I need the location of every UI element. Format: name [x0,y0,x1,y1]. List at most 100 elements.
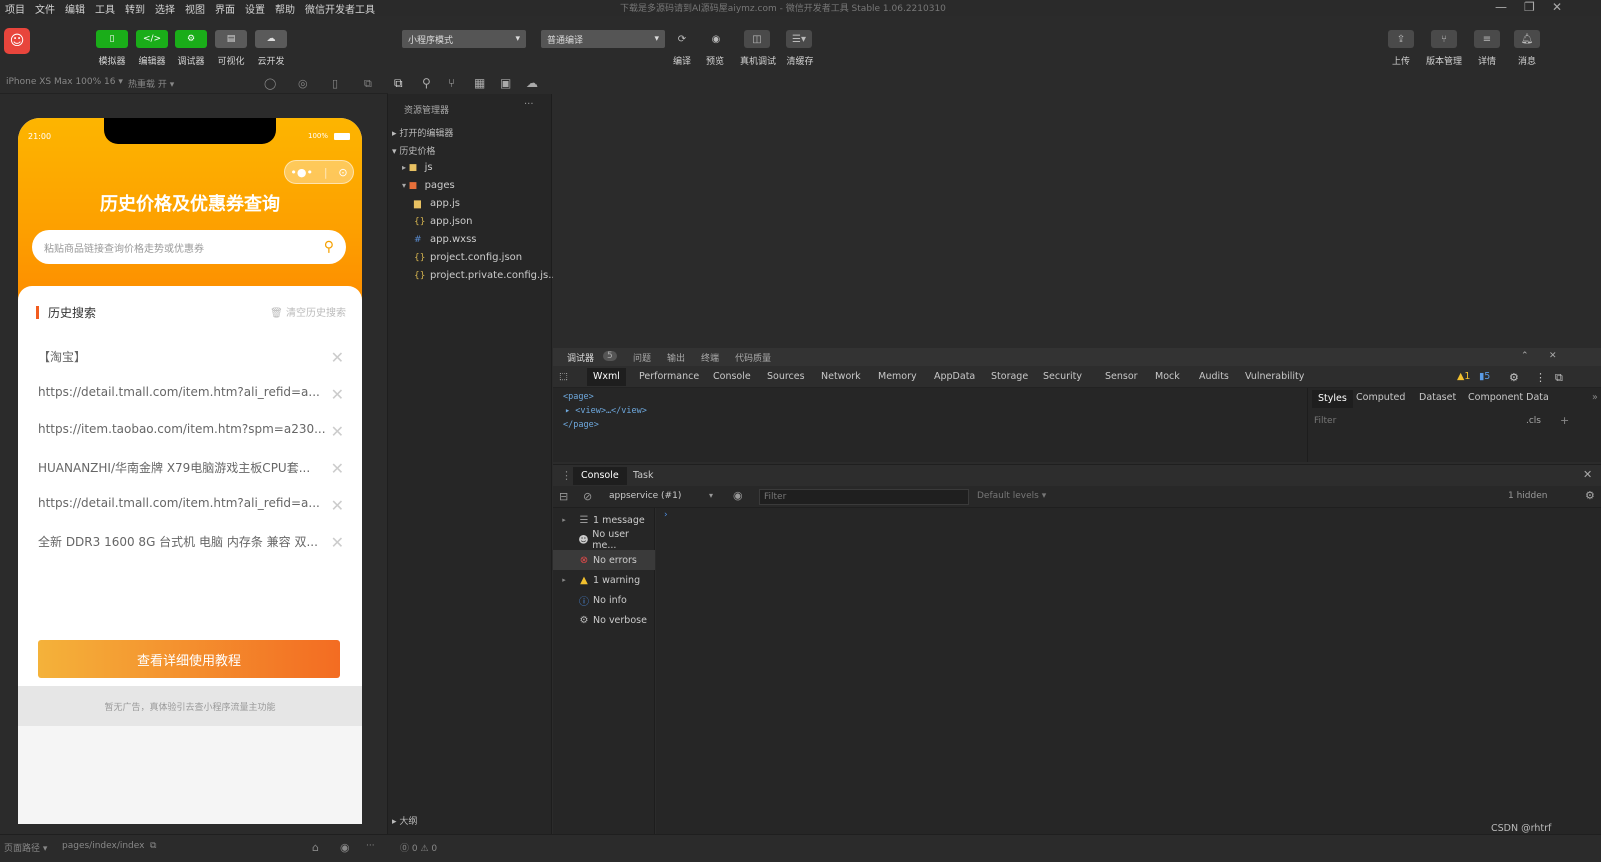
tab-console[interactable]: Console [713,371,751,382]
plus-icon[interactable]: + [1560,414,1569,427]
editor-button[interactable]: </> [136,30,168,48]
console-output[interactable]: › [656,508,1601,834]
more-icon[interactable]: ··· [366,841,375,851]
eye-icon[interactable]: ◉ [733,489,743,502]
message-count[interactable]: ▮5 [1479,371,1490,382]
tree-item-project-private-config[interactable]: {} project.private.config.js... [414,270,558,281]
debugger-button[interactable]: ⚙ [175,30,207,48]
menu-edit[interactable]: 编辑 [60,1,90,16]
problem-counts[interactable]: ⓪ 0 ⚠ 0 [400,841,437,854]
history-item[interactable]: https://detail.tmall.com/item.htm?ali_re… [38,496,344,516]
close-icon[interactable]: ✕ [326,422,344,441]
menu-file[interactable]: 文件 [30,1,60,16]
compile-button[interactable]: ⟳ [669,30,695,48]
close-icon[interactable]: ✕ [326,385,344,404]
tab-component-data[interactable]: Component Data [1468,392,1549,403]
levels-select[interactable]: Default levels ▾ [977,491,1046,501]
minimize-icon[interactable]: — [1495,0,1507,14]
tree-item-app-js[interactable]: ▆ app.js [414,198,460,209]
extensions-icon[interactable]: ▦ [474,76,485,90]
close-icon[interactable]: ✕ [326,348,344,367]
clear-history-button[interactable]: 🗑︎ 清空历史搜索 [270,304,346,319]
close-panel-icon[interactable]: ✕ [1549,351,1557,361]
chevron-up-icon[interactable]: ⌃ [1521,351,1529,361]
files-icon[interactable]: ⧉ [394,76,403,91]
gear-icon[interactable]: ⚙ [1509,371,1519,384]
wxml-node[interactable]: ▸ <view>…</view> [565,406,647,416]
menu-capsule[interactable]: •●• | ⊙ [284,160,354,184]
console-filter-input[interactable]: Filter [759,489,969,505]
kebab-menu-icon[interactable]: ⋮ [561,469,572,482]
close-target-icon[interactable]: ⊙ [338,166,347,179]
tab-security[interactable]: Security [1043,371,1082,382]
copy-icon[interactable]: ⧉ [150,841,156,851]
visual-button[interactable]: ▤ [215,30,247,48]
clear-cache-button[interactable]: ☰▾ [786,30,812,48]
tree-item-project-config[interactable]: {} project.config.json [414,252,522,263]
more-icon[interactable]: •●• [290,166,313,179]
restore-icon[interactable]: ❐ [1524,0,1535,14]
close-icon[interactable]: ✕ [326,496,344,515]
context-select[interactable]: appservice (#1) [609,491,681,501]
tree-item-js[interactable]: ▸ ■ js [402,162,433,173]
menu-settings[interactable]: 设置 [240,1,270,16]
search-input[interactable]: 粘贴商品链接查询价格走势或优惠券 ⚲ [32,230,346,264]
close-icon[interactable]: ✕ [326,533,344,552]
version-button[interactable]: ⑂ [1431,30,1457,48]
tree-item-app-wxss[interactable]: # app.wxss [414,234,477,245]
tab-task[interactable]: Task [633,470,654,481]
tree-item-pages[interactable]: ▾ ■ pages [402,180,455,191]
detail-button[interactable]: ≡ [1474,30,1500,48]
tab-dataset[interactable]: Dataset [1419,392,1456,403]
more-icon[interactable]: ··· [524,99,534,110]
tab-wxml[interactable]: Wxml [587,368,626,386]
filter-errors[interactable]: ⊗ No errors [553,550,655,570]
history-item[interactable]: 全新 DDR3 1600 8G 台式机 电脑 内存条 兼容 双... ✕ [38,533,344,553]
tab-storage[interactable]: Storage [991,371,1028,382]
history-item[interactable]: 【淘宝】 ✕ [38,348,344,368]
clear-console-icon[interactable]: ⊘ [583,490,592,503]
kebab-menu-icon[interactable]: ⋮ [1535,371,1546,384]
tutorial-button[interactable]: 查看详细使用教程 [38,640,340,678]
tab-vulnerability[interactable]: Vulnerability [1245,371,1304,382]
close-window-icon[interactable]: ✕ [1552,0,1562,14]
menu-interface[interactable]: 界面 [210,1,240,16]
wxml-node[interactable]: </page> [563,420,599,430]
filter-warnings[interactable]: ▸ ▲ 1 warning [553,570,655,590]
tab-performance[interactable]: Performance [639,371,699,382]
record-icon[interactable]: ◯ [264,77,276,90]
styles-filter-input[interactable]: Filter [1314,416,1336,426]
chevron-right-icon[interactable]: » [1592,392,1598,403]
search-icon[interactable]: ⚲ [324,239,334,255]
tab-computed[interactable]: Computed [1356,392,1405,403]
message-button[interactable]: 🔔︎ [1514,30,1540,48]
page-path-label[interactable]: 页面路径 ▾ [4,841,47,854]
menu-help[interactable]: 帮助 [270,1,300,16]
filter-info[interactable]: ⓘ No info [553,590,655,610]
close-icon[interactable]: ✕ [1583,468,1592,481]
filter-messages[interactable]: ▸ ☰ 1 message [553,510,655,530]
search-icon[interactable]: ⚲ [422,76,431,90]
hotreload-select[interactable]: 热重载 开 ▾ [128,77,174,90]
cloud-button[interactable]: ☁ [255,30,287,48]
tab-audits[interactable]: Audits [1199,371,1229,382]
history-item[interactable]: https://item.taobao.com/item.htm?spm=a23… [38,422,344,442]
filter-verbose[interactable]: ⚙ No verbose [553,610,655,630]
tab-console-drawer[interactable]: Console [573,467,627,485]
history-item[interactable]: https://detail.tmall.com/item.htm?ali_re… [38,385,344,405]
outline-section[interactable]: ▸ 大纲 [392,814,417,827]
tree-item-app-json[interactable]: {} app.json [414,216,472,227]
close-icon[interactable]: ✕ [326,459,344,478]
panel-icon[interactable]: ▣ [500,76,511,90]
stop-icon[interactable]: ◎ [298,77,308,90]
menu-goto[interactable]: 转到 [120,1,150,16]
remote-debug-button[interactable]: ◫ [744,30,770,48]
history-item[interactable]: HUANANZHI/华南金牌 X79电脑游戏主板CPU套... ✕ [38,459,344,479]
filter-user-messages[interactable]: ☻ No user me... [553,529,655,551]
avatar[interactable]: ☺ [4,28,30,54]
compile-select[interactable]: 普通编译 ▾ [541,30,665,48]
tab-sensor[interactable]: Sensor [1105,371,1138,382]
menu-wechat-devtools[interactable]: 微信开发者工具 [300,1,380,16]
tab-debugger[interactable]: 调试器 [567,351,594,364]
cloud-icon[interactable]: ☁ [526,76,538,90]
